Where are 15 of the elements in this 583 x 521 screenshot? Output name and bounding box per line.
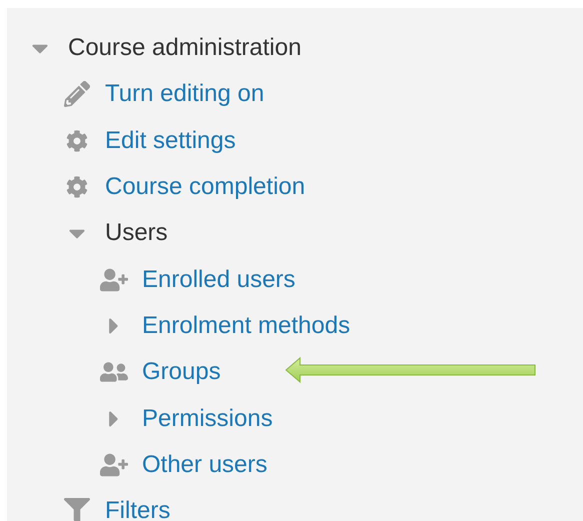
menu-link[interactable]: Enrolment methods bbox=[142, 312, 350, 340]
pencil-icon bbox=[64, 81, 90, 108]
menu-link[interactable]: Filters bbox=[105, 497, 170, 521]
menu-link[interactable]: Edit settings bbox=[105, 126, 236, 155]
filter-icon bbox=[64, 498, 90, 521]
menu-link[interactable]: Enrolled users bbox=[142, 266, 296, 294]
category-label[interactable]: Users bbox=[105, 219, 168, 248]
menu-link[interactable]: Permissions bbox=[142, 404, 273, 433]
menu-link[interactable]: Other users bbox=[142, 450, 268, 479]
menu-link[interactable]: Groups bbox=[142, 358, 221, 386]
menu-link[interactable]: Turn editing on bbox=[105, 80, 264, 108]
category-label[interactable]: Course administration bbox=[68, 34, 302, 62]
settings-icon bbox=[66, 176, 88, 198]
menu-link[interactable]: Course completion bbox=[105, 173, 306, 202]
settings-icon bbox=[66, 130, 88, 152]
